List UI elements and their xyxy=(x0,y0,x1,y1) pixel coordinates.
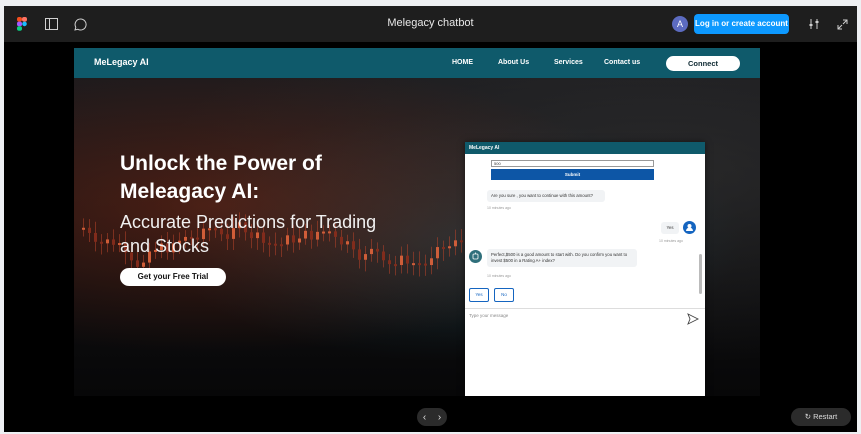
candle-body xyxy=(394,264,397,267)
candle-body xyxy=(142,262,145,267)
nav-about[interactable]: About Us xyxy=(498,59,529,66)
chat-header: MeLegacy AI xyxy=(465,142,705,154)
nav-contact[interactable]: Contact us xyxy=(604,59,640,66)
user-avatar-icon xyxy=(683,221,696,234)
candle-body xyxy=(460,240,463,243)
candle-body xyxy=(100,241,103,244)
candle-body xyxy=(454,240,457,247)
website-frame: MeLegacy AI HOME About Us Services Conta… xyxy=(74,48,760,396)
candle-body xyxy=(412,263,415,266)
candle-body xyxy=(424,263,427,266)
candle-body xyxy=(88,227,91,233)
candle-body xyxy=(112,239,115,245)
candle-body xyxy=(94,232,97,242)
option-yes-button[interactable]: Yes xyxy=(469,288,489,302)
prototype-canvas: MeLegacy AI HOME About Us Services Conta… xyxy=(4,42,857,432)
timestamp: 10 minutes ago xyxy=(659,239,683,243)
candle-body xyxy=(442,247,445,250)
app-window: Melegacy chatbot A Log in or create acco… xyxy=(4,6,857,432)
candle-body xyxy=(382,251,385,261)
expand-icon[interactable] xyxy=(832,14,852,34)
chat-scrollbar[interactable] xyxy=(699,254,702,294)
candle-body xyxy=(448,246,451,249)
top-toolbar: Melegacy chatbot A Log in or create acco… xyxy=(4,6,857,42)
candle-body xyxy=(136,260,139,267)
hero-subheadline: Accurate Predictions for Trading and Sto… xyxy=(120,212,377,256)
message-input[interactable]: Type your message xyxy=(465,308,705,396)
candle-body xyxy=(388,260,391,265)
candle-body xyxy=(436,247,439,259)
send-icon[interactable] xyxy=(687,312,700,325)
hero-headline: Unlock the Power of Meleagacy AI: xyxy=(120,152,322,203)
avatar[interactable]: A xyxy=(672,16,688,32)
amount-input[interactable]: 500 xyxy=(491,160,654,167)
candle-body xyxy=(400,255,403,266)
candle-body xyxy=(430,258,433,266)
bot-message: Perfect,$500 is a good amount to start w… xyxy=(487,249,637,267)
submit-button[interactable]: Submit xyxy=(491,169,654,180)
nav-home[interactable]: HOME xyxy=(452,59,473,66)
candle-body xyxy=(406,255,409,264)
site-brand[interactable]: MeLegacy AI xyxy=(94,57,149,67)
next-arrow-icon[interactable]: › xyxy=(438,412,441,423)
user-message: Yes xyxy=(661,222,679,234)
bot-avatar-icon xyxy=(469,250,482,263)
prototype-pager: ‹ › xyxy=(417,408,447,426)
restart-label: Restart xyxy=(813,412,838,421)
option-no-button[interactable]: No xyxy=(494,288,514,302)
free-trial-button[interactable]: Get your Free Trial xyxy=(120,268,226,286)
timestamp: 10 minutes ago xyxy=(487,206,511,210)
candle-body xyxy=(106,239,109,244)
nav-services[interactable]: Services xyxy=(554,59,583,66)
restart-button[interactable]: ↻ Restart xyxy=(791,408,851,426)
prev-arrow-icon[interactable]: ‹ xyxy=(423,412,426,423)
restart-icon: ↻ xyxy=(804,412,814,421)
chatbot-widget: MeLegacy AI 500 Submit Are you sure , yo… xyxy=(465,142,705,396)
site-navbar: MeLegacy AI HOME About Us Services Conta… xyxy=(74,48,760,78)
connect-button[interactable]: Connect xyxy=(666,56,740,71)
settings-sliders-icon[interactable] xyxy=(804,14,824,34)
candle-body xyxy=(82,227,85,230)
bot-message: Are you sure , you want to continue with… xyxy=(487,190,605,202)
candle-body xyxy=(418,263,421,266)
timestamp: 10 minutes ago xyxy=(487,274,511,278)
login-button[interactable]: Log in or create account xyxy=(694,14,789,34)
